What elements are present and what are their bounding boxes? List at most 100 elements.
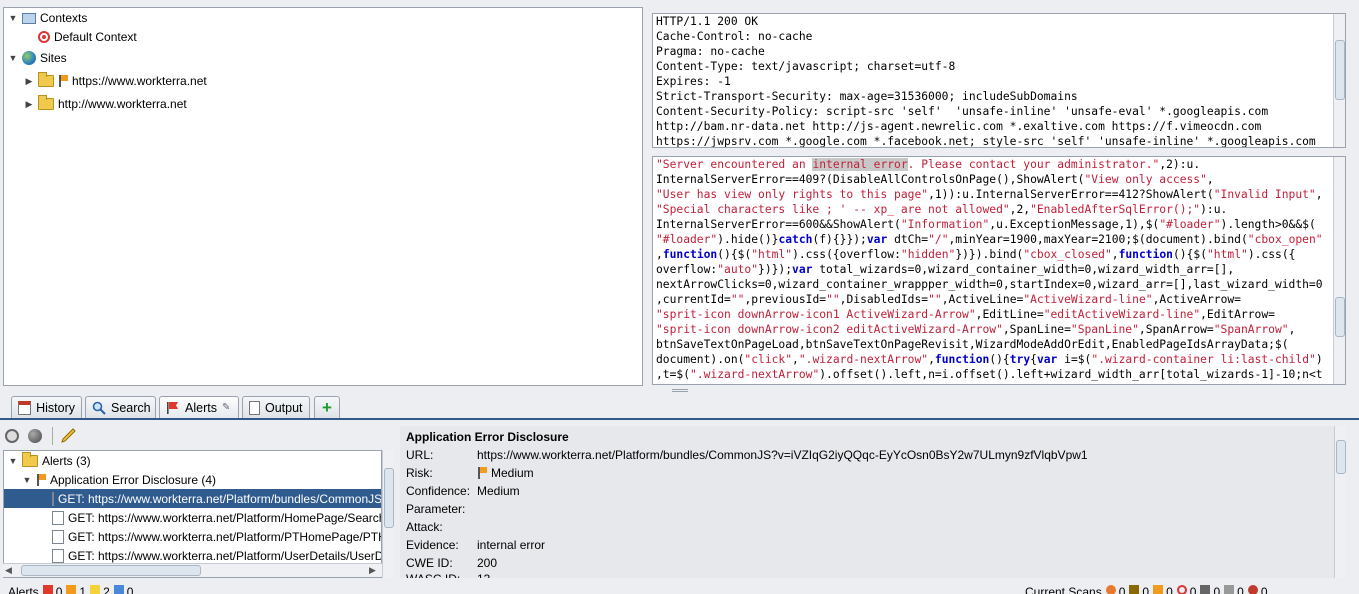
code-text: ,previousId= [744, 293, 827, 306]
code-string: "User has view only rights to this page" [656, 188, 929, 201]
detail-label: URL: [406, 448, 434, 462]
code-text: ).length>0&&$( [1220, 218, 1316, 231]
detail-value: Medium [477, 484, 520, 498]
code-text: ).hide()} [717, 233, 779, 246]
target-icon [1176, 585, 1187, 594]
header-line: Pragma: no-cache [656, 45, 765, 58]
alerts-tree-vscrollbar[interactable] [382, 450, 394, 578]
tab-search-label: Search [111, 400, 151, 415]
high-flag-icon [42, 585, 53, 594]
collapse-toggle-icon[interactable]: ▼ [22, 475, 32, 485]
tab-history-label: History [36, 400, 75, 415]
code-text: , [1206, 173, 1214, 186]
code-text: total_wizards=0,wizard_container_width=0… [812, 263, 1235, 276]
split-pane-divider[interactable] [672, 389, 688, 392]
tree-node-site-https[interactable]: ▶ https://www.workterra.net [24, 72, 207, 90]
alert-instance-row[interactable]: GET: https://www.workterra.net/Platform/… [4, 527, 381, 546]
tab-alerts[interactable]: Alerts ✎ [159, 396, 239, 418]
detail-label: Evidence: [406, 538, 459, 552]
scan-count: 0 [1118, 585, 1126, 594]
alerts-tree-hscrollbar[interactable]: ◀ ▶ [3, 563, 382, 577]
code-string: "cbox_closed" [1023, 248, 1112, 261]
tab-history[interactable]: History [11, 396, 82, 418]
sites-tree-panel[interactable]: ▼ Contexts Default Context ▼ Sites ▶ htt… [3, 7, 643, 386]
response-header-text[interactable]: HTTP/1.1 200 OK Cache-Control: no-cache Pr… [653, 14, 1345, 147]
code-string: "Server encountered an [656, 158, 813, 171]
details-scrollbar[interactable] [1334, 426, 1346, 578]
code-text: btnSaveTextOnPageLoad,btnSaveTextOnPageR… [656, 338, 1289, 351]
code-text: InternalServerError==600&&ShowAlert( [656, 218, 901, 231]
highlighted-evidence: internal error [812, 158, 908, 171]
scrollbar-thumb[interactable] [21, 565, 201, 576]
code-string: "editActiveWizard-line" [1043, 308, 1201, 321]
expand-toggle-icon[interactable]: ▶ [24, 76, 34, 87]
tab-search[interactable]: Search [85, 396, 156, 418]
alert-group-node[interactable]: ▼ Application Error Disclosure (4) [22, 470, 217, 489]
pin-icon[interactable]: ✎ [222, 402, 230, 413]
response-header-pane[interactable]: HTTP/1.1 200 OK Cache-Control: no-cache Pr… [652, 13, 1346, 148]
code-text: ,DisabledIds= [839, 293, 929, 306]
code-text: , [1111, 248, 1119, 261]
response-body-pane[interactable]: "Server encountered an internal error. P… [652, 156, 1346, 385]
scrollbar-thumb[interactable] [1336, 440, 1346, 474]
detail-value: 13 [477, 572, 490, 578]
expand-toggle-icon[interactable]: ▶ [24, 99, 34, 110]
scope-filter-icon[interactable] [5, 429, 19, 443]
collapse-toggle-icon[interactable]: ▼ [8, 13, 18, 23]
tree-node-contexts[interactable]: ▼ Contexts [8, 9, 88, 27]
scrollbar-thumb[interactable] [1335, 40, 1345, 100]
add-tab-button[interactable]: + [314, 396, 340, 418]
scrollbar-thumb[interactable] [1335, 297, 1345, 337]
tab-output[interactable]: Output [242, 396, 310, 418]
collapse-toggle-icon[interactable]: ▼ [8, 53, 18, 63]
globe-filter-icon[interactable] [28, 429, 42, 443]
body-line: InternalServerError==409?(DisableAllCont… [656, 172, 1342, 187]
contexts-icon [22, 12, 36, 24]
tree-node-sites[interactable]: ▼ Sites [8, 49, 67, 67]
header-scrollbar[interactable] [1333, 14, 1345, 147]
tab-bar-underline [0, 418, 1359, 420]
alerts-tree[interactable]: ▼ Alerts (3) ▼ Application Error Disclos… [3, 450, 382, 578]
scan-count: 0 [1237, 585, 1244, 594]
tree-node-site-http[interactable]: ▶ http://www.workterra.net [24, 95, 187, 113]
code-text: ).offset().left,n=i.offset().left+wizard… [819, 368, 1323, 381]
edit-pencil-icon[interactable] [60, 428, 78, 447]
detail-label: Attack: [406, 520, 443, 534]
detail-attack: Attack: [406, 520, 477, 534]
alerts-flag-icon [166, 401, 180, 415]
scroll-left-icon[interactable]: ◀ [5, 565, 12, 576]
body-line: document).on("click",".wizard-nextArrow"… [656, 352, 1342, 367]
code-text: ,minYear=1900,maxYear=2100;$(document).b… [948, 233, 1248, 246]
active-scan-icon [1153, 585, 1164, 594]
alerts-root-node[interactable]: ▼ Alerts (3) [8, 451, 91, 470]
code-string: "click" [744, 353, 793, 366]
code-keyword: function [1118, 248, 1173, 261]
response-body-text[interactable]: "Server encountered an internal error. P… [653, 157, 1345, 382]
header-line: Strict-Transport-Security: max-age=31536… [656, 90, 1078, 103]
code-string: "EnabledAfterSqlError();" [1030, 203, 1201, 216]
scrollbar-thumb[interactable] [384, 468, 394, 528]
tree-node-default-context[interactable]: Default Context [38, 28, 137, 46]
default-context-label: Default Context [54, 30, 137, 44]
code-text: ,u.ExceptionMessage,1),$( [989, 218, 1160, 231]
scroll-right-icon[interactable]: ▶ [369, 565, 376, 576]
tab-alerts-label: Alerts [185, 400, 217, 415]
header-line: Expires: -1 [656, 75, 731, 88]
code-text: (){$( [1172, 248, 1207, 261]
info-count: 0 [126, 585, 134, 594]
header-line: HTTP/1.1 200 OK [656, 15, 759, 28]
collapse-toggle-icon[interactable]: ▼ [8, 456, 18, 466]
code-text: (){$( [717, 248, 752, 261]
header-line: Cache-Control: no-cache [656, 30, 813, 43]
body-line: btnSaveTextOnPageLoad,btnSaveTextOnPageR… [656, 337, 1342, 352]
search-icon [92, 401, 106, 415]
high-count: 0 [55, 585, 63, 594]
alert-instance-row[interactable]: GET: https://www.workterra.net/Platform/… [4, 489, 381, 508]
detail-cwe: CWE ID: 200 [406, 556, 497, 570]
alert-instance-label: GET: https://www.workterra.net/Platform/… [68, 510, 382, 525]
alerts-root-label: Alerts (3) [42, 453, 91, 468]
alert-instance-row[interactable]: GET: https://www.workterra.net/Platform/… [4, 508, 382, 527]
code-text: ,SpanLine= [1002, 323, 1071, 336]
detail-value: 200 [477, 556, 498, 570]
body-scrollbar[interactable] [1333, 157, 1345, 384]
